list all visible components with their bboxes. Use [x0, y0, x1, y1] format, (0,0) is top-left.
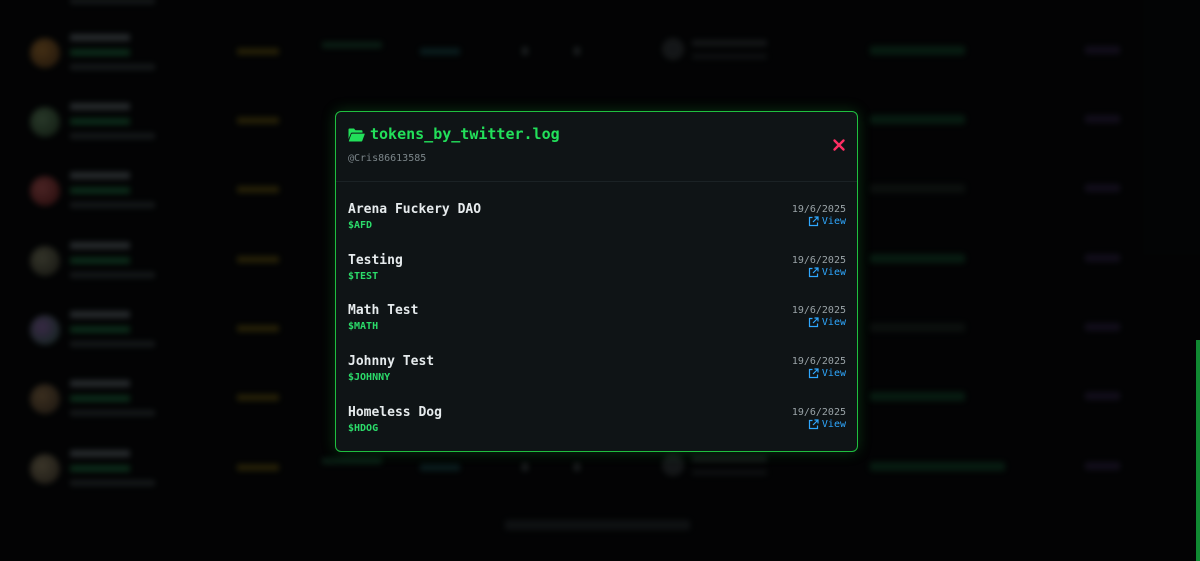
close-button[interactable] [832, 138, 846, 152]
external-link-icon [808, 216, 819, 227]
list-item: Math Test $MATH 19/6/2025 View [336, 293, 857, 344]
modal-title: tokens_by_twitter.log [370, 125, 560, 143]
view-link[interactable]: View [808, 317, 846, 328]
folder-open-icon [348, 128, 365, 142]
token-list: Arena Fuckery DAO $AFD 19/6/2025 View Te… [336, 192, 857, 445]
token-name: Homeless Dog [348, 404, 442, 420]
token-name: Johnny Test [348, 354, 435, 370]
token-date: 19/6/2025 [791, 356, 846, 368]
external-link-icon [808, 267, 819, 277]
list-item: Homeless Dog $HDOG 19/6/2025 View [336, 395, 857, 446]
token-symbol: $HDOG [348, 422, 379, 434]
token-name: Arena Fuckery DAO [348, 202, 482, 217]
token-symbol: $JOHNNY [348, 372, 391, 384]
view-link-label: View [821, 317, 846, 329]
view-link-label: View [821, 266, 846, 278]
external-link-icon [808, 368, 819, 379]
view-link-label: View [821, 216, 846, 227]
token-name: Testing [348, 252, 403, 268]
token-symbol: $MATH [348, 321, 379, 333]
token-symbol: $AFD [348, 220, 373, 231]
view-link[interactable]: View [808, 419, 846, 430]
view-link[interactable]: View [808, 368, 846, 379]
list-item: Testing $TEST 19/6/2025 View [336, 243, 857, 294]
external-link-icon [808, 419, 819, 429]
modal-subtitle: @Cris86613585 [348, 153, 427, 164]
list-item: Johnny Test $JOHNNY 19/6/2025 View [336, 344, 857, 395]
close-icon [833, 139, 845, 151]
token-date: 19/6/2025 [791, 254, 846, 266]
token-name: Math Test [348, 303, 419, 319]
view-link-label: View [821, 418, 846, 430]
token-symbol: $TEST [348, 270, 379, 282]
view-link-label: View [821, 368, 846, 380]
token-date: 19/6/2025 [791, 305, 846, 317]
view-link[interactable]: View [808, 267, 846, 278]
token-date: 19/6/2025 [791, 204, 846, 215]
token-date: 19/6/2025 [791, 406, 846, 418]
external-link-icon [808, 317, 819, 328]
tokens-modal: tokens_by_twitter.log @Cris86613585 Aren… [335, 111, 858, 452]
modal-header: tokens_by_twitter.log @Cris86613585 [336, 112, 857, 182]
view-link[interactable]: View [808, 216, 846, 227]
list-item: Arena Fuckery DAO $AFD 19/6/2025 View [336, 192, 857, 243]
